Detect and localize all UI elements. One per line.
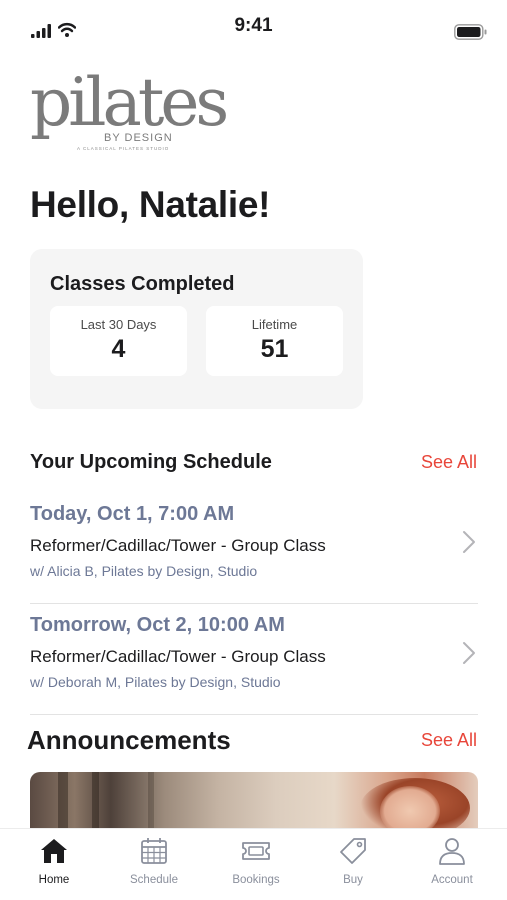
schedule-item-date: Tomorrow, Oct 2, 10:00 AM bbox=[30, 614, 285, 636]
tab-label: Buy bbox=[343, 874, 363, 886]
calendar-icon bbox=[141, 838, 167, 864]
stat-last-30-days: Last 30 Days 4 bbox=[50, 306, 187, 376]
stat-lifetime: Lifetime 51 bbox=[206, 306, 343, 376]
classes-completed-title: Classes Completed bbox=[50, 273, 235, 295]
home-icon bbox=[41, 839, 67, 863]
logo-tagline: A CLASSICAL PILATES STUDIO bbox=[77, 146, 170, 151]
battery-icon bbox=[454, 24, 487, 40]
chevron-right-icon bbox=[463, 531, 475, 553]
classes-completed-card: Classes Completed Last 30 Days 4 Lifetim… bbox=[30, 249, 363, 409]
tab-schedule[interactable]: Schedule bbox=[114, 835, 194, 886]
announcement-image[interactable] bbox=[30, 772, 478, 828]
tab-label: Schedule bbox=[130, 874, 178, 886]
schedule-item-instructor: w/ Alicia B, Pilates by Design, Studio bbox=[30, 563, 258, 579]
chevron-right-icon bbox=[463, 642, 475, 664]
schedule-item-date: Today, Oct 1, 7:00 AM bbox=[30, 503, 235, 525]
schedule-see-all-link[interactable]: See All bbox=[421, 452, 477, 473]
schedule-item-class: Reformer/Cadillac/Tower - Group Class bbox=[30, 536, 326, 555]
schedule-item-instructor: w/ Deborah M, Pilates by Design, Studio bbox=[30, 674, 281, 690]
announcements-title: Announcements bbox=[27, 725, 231, 755]
person-icon bbox=[439, 838, 465, 865]
stat-label: Last 30 Days bbox=[80, 317, 157, 332]
tab-bookings[interactable]: Bookings bbox=[216, 835, 296, 886]
stat-value: 4 bbox=[111, 335, 126, 363]
tab-label: Bookings bbox=[232, 874, 280, 886]
logo-subtitle: BY DESIGN bbox=[104, 132, 173, 144]
upcoming-schedule-title: Your Upcoming Schedule bbox=[30, 451, 272, 473]
schedule-item[interactable]: Today, Oct 1, 7:00 AM Reformer/Cadillac/… bbox=[30, 493, 478, 604]
tab-label: Account bbox=[431, 874, 473, 886]
status-time: 9:41 bbox=[234, 15, 273, 36]
tab-home[interactable]: Home bbox=[14, 835, 94, 886]
schedule-item[interactable]: Tomorrow, Oct 2, 10:00 AM Reformer/Cadil… bbox=[30, 604, 478, 715]
schedule-item-class: Reformer/Cadillac/Tower - Group Class bbox=[30, 647, 326, 666]
greeting-heading: Hello, Natalie! bbox=[30, 184, 271, 225]
announcements-see-all-link[interactable]: See All bbox=[421, 730, 477, 751]
status-bar: 9:41 bbox=[0, 0, 507, 58]
tab-account[interactable]: Account bbox=[412, 835, 492, 886]
bottom-tab-bar: Home Schedule Bookings Buy Account bbox=[0, 828, 507, 900]
tag-icon bbox=[340, 838, 366, 864]
tab-label: Home bbox=[38, 874, 70, 886]
stat-value: 51 bbox=[260, 335, 289, 363]
stat-label: Lifetime bbox=[251, 317, 298, 332]
pilates-by-design-logo: pilates BY DESIGN A CLASSICAL PILATES ST… bbox=[30, 70, 229, 156]
ticket-icon bbox=[242, 842, 270, 860]
logo-wordmark: pilates bbox=[30, 64, 229, 141]
tab-buy[interactable]: Buy bbox=[313, 835, 393, 886]
